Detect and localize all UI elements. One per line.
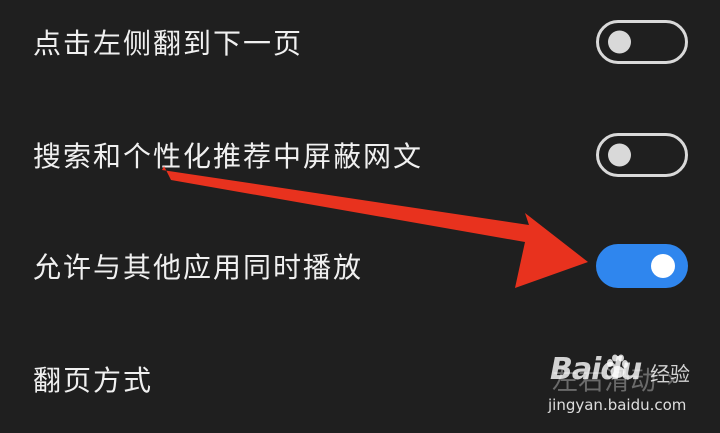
watermark-url: jingyan.baidu.com	[548, 396, 687, 414]
arrow-shape	[162, 166, 588, 288]
baidu-jingyan-watermark: Baidu 经验 jingyan.baidu.com	[546, 352, 716, 422]
baidu-paw-icon	[607, 354, 628, 378]
watermark-product: 经验	[650, 362, 690, 386]
